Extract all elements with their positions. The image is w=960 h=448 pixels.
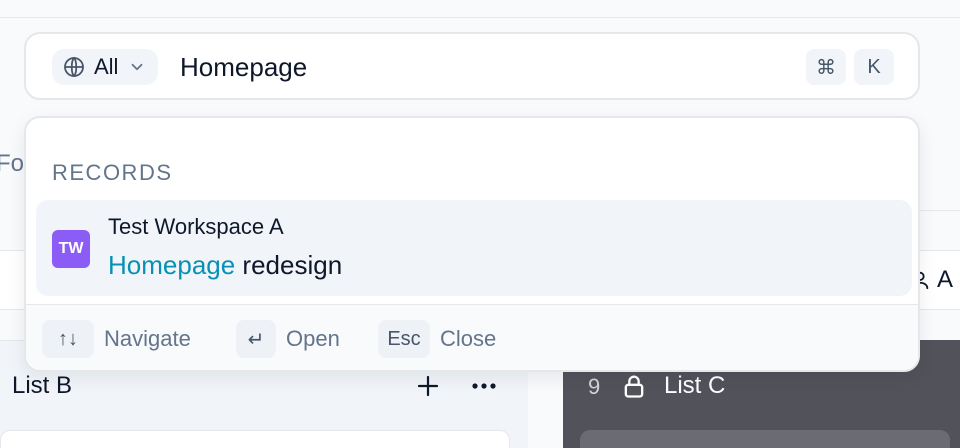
board-card[interactable] [0, 430, 510, 448]
navigate-hint: ↑↓ Navigate [42, 319, 191, 359]
command-key-hint: ⌘ [806, 49, 846, 85]
top-bar [0, 0, 960, 18]
column-count: 9 [588, 374, 601, 399]
search-bar: All ⌘ K [24, 32, 920, 100]
background-tab-label: Fo [0, 150, 25, 177]
plus-icon [417, 375, 439, 397]
column-title: List B [12, 372, 73, 399]
escape-key-hint: Esc [378, 320, 430, 358]
k-key-hint: K [854, 49, 894, 85]
add-card-button[interactable] [412, 370, 444, 402]
search-result-item[interactable]: TW Test Workspace A Homepage redesign [36, 200, 912, 296]
workspace-name: Test Workspace A [108, 214, 284, 239]
record-title-rest: redesign [235, 250, 343, 280]
board-card[interactable] [580, 430, 950, 448]
column-title: List C [664, 372, 726, 399]
search-input[interactable] [180, 48, 780, 86]
column-menu-button[interactable] [468, 370, 500, 402]
section-label-records: RECORDS [52, 160, 173, 185]
open-hint: ↵ Open [236, 319, 340, 359]
record-title: Homepage redesign [108, 250, 342, 281]
record-title-match: Homepage [108, 250, 236, 280]
search-results-dropdown: RECORDS TW Test Workspace A Homepage red… [24, 116, 920, 372]
scope-label: All [94, 54, 119, 79]
workspace-avatar: TW [52, 230, 90, 268]
navigate-label: Navigate [104, 326, 191, 351]
assignee-filter-label: A [937, 266, 954, 293]
open-label: Open [286, 326, 340, 351]
divider [920, 210, 960, 211]
enter-key-icon: ↵ [236, 320, 276, 358]
close-hint: Esc Close [378, 319, 496, 359]
arrow-keys-icon: ↑↓ [42, 320, 94, 358]
globe-icon [64, 56, 84, 78]
close-label: Close [440, 326, 497, 351]
scope-dropdown[interactable]: All [52, 49, 159, 85]
keyboard-hints-footer: ↑↓ Navigate ↵ Open Esc Close [26, 304, 918, 370]
chevron-down-icon [132, 63, 143, 71]
more-horizontal-icon [472, 383, 496, 389]
lock-icon [624, 375, 644, 398]
